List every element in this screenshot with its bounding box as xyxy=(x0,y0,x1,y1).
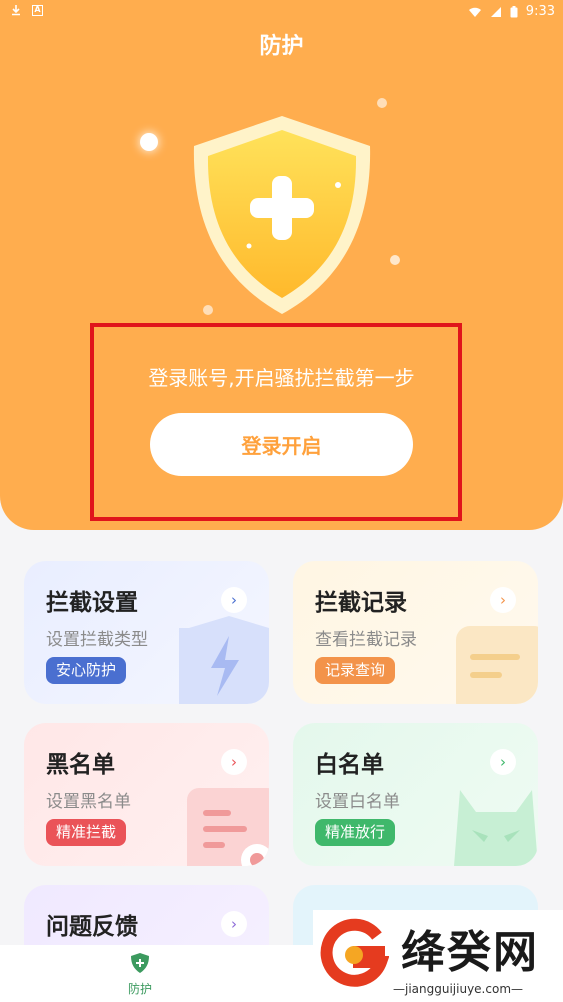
signal-icon xyxy=(490,6,501,17)
nav-item-protection[interactable]: 防护 xyxy=(112,953,168,997)
devil-face-icon xyxy=(454,790,538,866)
card-intercept-settings[interactable]: 拦截设置 › 设置拦截类型 安心防护 xyxy=(24,561,269,704)
chevron-right-icon[interactable]: › xyxy=(221,587,247,613)
card-tag: 安心防护 xyxy=(46,657,127,684)
card-title: 黑名单 xyxy=(46,752,115,778)
watermark-brand: 绛癸网 xyxy=(401,927,539,978)
chevron-right-icon[interactable]: › xyxy=(221,911,247,937)
card-title: 拦截记录 xyxy=(315,590,407,616)
card-title: 问题反馈 xyxy=(46,914,138,940)
sparkle-dot xyxy=(377,98,387,108)
sparkle-dot xyxy=(390,255,400,265)
card-whitelist[interactable]: 白名单 › 设置白名单 精准放行 xyxy=(293,723,538,866)
watermark-url: —jiangguijiuye.com— xyxy=(393,982,524,996)
chevron-right-icon[interactable]: › xyxy=(490,749,516,775)
wifi-icon xyxy=(468,7,481,17)
battery-icon xyxy=(510,5,518,17)
card-tag: 精准放行 xyxy=(315,819,396,846)
card-tag: 记录查询 xyxy=(315,657,396,684)
shield-plus-icon xyxy=(131,953,149,973)
chevron-right-icon[interactable]: › xyxy=(221,749,247,775)
status-bar: A 9:33 xyxy=(0,0,563,24)
card-tag: 精准拦截 xyxy=(46,819,127,846)
watermark-logo-icon xyxy=(320,918,389,987)
status-time: 9:33 xyxy=(525,4,555,19)
watermark: 绛癸网 —jiangguijiuye.com— xyxy=(313,910,563,1002)
blacklist-document-icon xyxy=(187,788,269,866)
sparkle-dot xyxy=(140,133,158,151)
login-button[interactable]: 登录开启 xyxy=(150,413,413,476)
card-blacklist[interactable]: 黑名单 › 设置黑名单 精准拦截 xyxy=(24,723,269,866)
card-intercept-records[interactable]: 拦截记录 › 查看拦截记录 记录查询 xyxy=(293,561,538,704)
chevron-right-icon[interactable]: › xyxy=(490,587,516,613)
lightning-shield-icon xyxy=(179,616,269,704)
login-hint: 登录账号,开启骚扰拦截第一步 xyxy=(148,366,415,390)
card-title: 白名单 xyxy=(315,752,384,778)
card-title: 拦截设置 xyxy=(46,590,138,616)
nav-item-label: 防护 xyxy=(127,982,152,996)
record-list-icon xyxy=(456,626,538,704)
notification-a-icon: A xyxy=(32,4,43,16)
card-subtitle: 查看拦截记录 xyxy=(315,630,417,650)
card-subtitle: 设置白名单 xyxy=(315,792,400,812)
page-title: 防护 xyxy=(259,34,304,59)
download-icon xyxy=(12,5,20,16)
shield-plus-icon xyxy=(193,116,371,314)
card-subtitle: 设置拦截类型 xyxy=(46,630,148,650)
card-subtitle: 设置黑名单 xyxy=(46,792,131,812)
